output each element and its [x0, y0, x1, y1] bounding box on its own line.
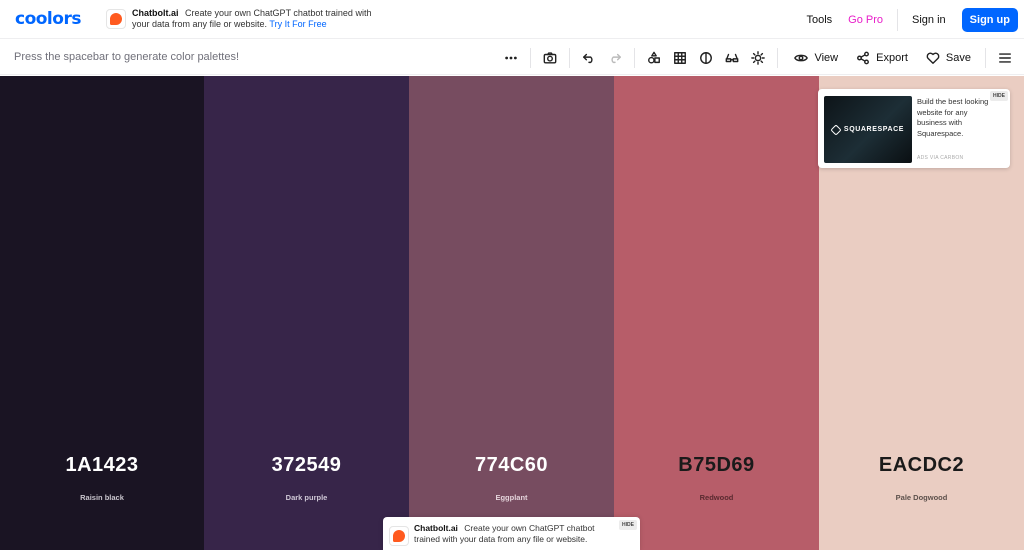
- glasses-icon[interactable]: [719, 45, 745, 71]
- swatch-hex-code[interactable]: 372549: [204, 454, 409, 477]
- nav-divider: [897, 8, 899, 31]
- swatch-hex-code[interactable]: 1A1423: [0, 454, 204, 477]
- ads-via-carbon-link[interactable]: ADS VIA CARBON: [917, 155, 963, 161]
- export-button[interactable]: Export: [856, 51, 908, 65]
- undo-icon[interactable]: [576, 45, 602, 71]
- chatbolt-logo-icon: [106, 9, 126, 29]
- swatch-hex-code[interactable]: EACDC2: [819, 454, 1024, 477]
- sign-in-link[interactable]: Sign in: [912, 14, 946, 26]
- hamburger-menu-icon[interactable]: [992, 45, 1018, 71]
- swatch-hex-code[interactable]: B75D69: [614, 454, 819, 477]
- hide-promo-button[interactable]: HIDE: [619, 520, 637, 530]
- coolors-logo[interactable]: coolors: [15, 9, 81, 29]
- toolbar-divider: [985, 47, 986, 68]
- toolbar-divider: [777, 47, 779, 68]
- swatch-color-name: Raisin black: [80, 493, 124, 502]
- color-swatch[interactable]: 372549 Dark purple: [204, 76, 409, 550]
- header-promo-text: Chatbolt.ai Create your own ChatGPT chat…: [132, 8, 372, 30]
- bottom-promo-brand: Chatbolt.ai: [414, 523, 458, 533]
- color-swatch[interactable]: 1A1423 Raisin black: [0, 76, 204, 550]
- top-navbar: coolors Chatbolt.ai Create your own Chat…: [0, 0, 1024, 39]
- bottom-promo-text: Chatbolt.ai Create your own ChatGPT chat…: [414, 523, 604, 545]
- grid-icon[interactable]: [667, 45, 693, 71]
- header-promo-cta-link[interactable]: Try It For Free: [269, 19, 326, 29]
- heart-icon: [926, 52, 940, 64]
- swatch-hex-code[interactable]: 774C60: [409, 454, 614, 477]
- ad-text[interactable]: Build the best looking website for any b…: [917, 97, 995, 139]
- header-promo[interactable]: Chatbolt.ai Create your own ChatGPT chat…: [106, 8, 372, 30]
- spacebar-hint: Press the spacebar to generate color pal…: [14, 51, 240, 63]
- sign-up-button[interactable]: Sign up: [961, 7, 1018, 32]
- swatch-color-name: Dark purple: [285, 493, 328, 502]
- more-options-icon[interactable]: [498, 45, 524, 71]
- swatch-color-name: Redwood: [699, 493, 734, 502]
- export-label: Export: [876, 51, 908, 64]
- generator-toolbar: Press the spacebar to generate color pal…: [0, 40, 1024, 75]
- carbon-ad[interactable]: SQUARESPACE Build the best looking websi…: [818, 89, 1010, 168]
- toolbar-actions: View Export Save: [498, 40, 1024, 75]
- ad-image-label: SQUARESPACE: [843, 126, 905, 133]
- shapes-icon[interactable]: [641, 45, 667, 71]
- swatch-color-name: Eggplant: [495, 493, 528, 502]
- main-nav: Tools Go Pro Sign in Sign up: [806, 0, 1024, 39]
- save-button[interactable]: Save: [926, 51, 971, 65]
- view-label: View: [814, 51, 839, 64]
- camera-icon[interactable]: [537, 45, 563, 71]
- view-button[interactable]: View: [794, 51, 838, 65]
- go-pro-link[interactable]: Go Pro: [848, 14, 883, 26]
- redo-icon[interactable]: [602, 45, 628, 71]
- squarespace-ad-image[interactable]: SQUARESPACE: [824, 96, 912, 163]
- bottom-promo[interactable]: Chatbolt.ai Create your own ChatGPT chat…: [383, 517, 640, 550]
- contrast-icon[interactable]: [693, 45, 719, 71]
- toolbar-divider: [634, 47, 636, 68]
- header-promo-brand: Chatbolt.ai: [132, 8, 179, 18]
- swatch-color-name: Pale Dogwood: [895, 493, 948, 502]
- sun-icon[interactable]: [745, 45, 771, 71]
- hide-ad-button[interactable]: HIDE: [990, 91, 1008, 101]
- tools-menu-link[interactable]: Tools: [806, 14, 832, 26]
- eye-icon: [794, 54, 809, 61]
- chatbolt-logo-icon: [389, 526, 409, 546]
- squarespace-logo-icon: [830, 123, 842, 136]
- toolbar-divider: [569, 47, 571, 68]
- color-swatch[interactable]: B75D69 Redwood: [614, 76, 819, 550]
- save-label: Save: [945, 51, 971, 64]
- share-icon: [857, 51, 870, 64]
- toolbar-divider: [530, 47, 532, 68]
- color-swatch[interactable]: 774C60 Eggplant: [409, 76, 614, 550]
